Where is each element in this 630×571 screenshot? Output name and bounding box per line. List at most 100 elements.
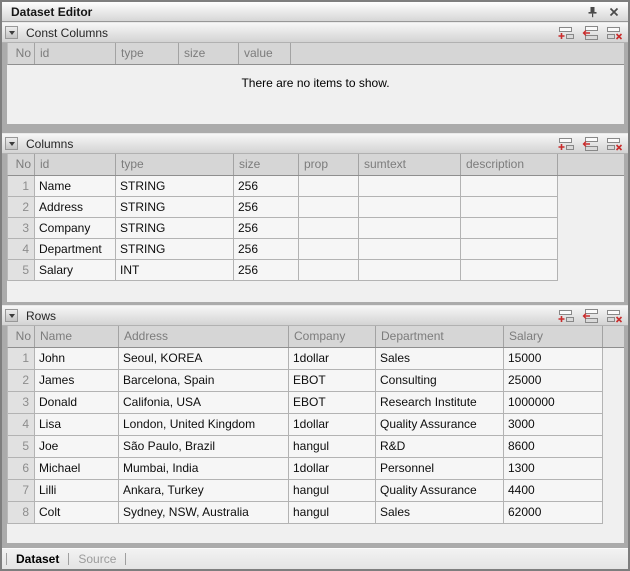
data-cell[interactable]: hangul <box>289 502 376 524</box>
data-cell[interactable]: James <box>35 370 119 392</box>
column-header[interactable]: No <box>8 43 35 64</box>
data-cell[interactable]: Sales <box>376 502 504 524</box>
tab-source[interactable]: Source <box>69 552 125 566</box>
data-cell[interactable] <box>299 218 359 239</box>
delete-row-icon[interactable] <box>605 136 623 151</box>
insert-row-icon[interactable] <box>581 136 599 151</box>
data-cell[interactable] <box>359 176 461 197</box>
data-cell[interactable]: EBOT <box>289 392 376 414</box>
column-header[interactable]: Company <box>289 326 376 347</box>
data-cell[interactable] <box>461 197 558 218</box>
data-cell[interactable]: London, United Kingdom <box>119 414 289 436</box>
data-cell[interactable]: Califonia, USA <box>119 392 289 414</box>
data-cell[interactable] <box>299 176 359 197</box>
data-cell[interactable] <box>359 260 461 281</box>
column-header[interactable]: Department <box>376 326 504 347</box>
data-cell[interactable]: Name <box>35 176 116 197</box>
data-cell[interactable]: 1000000 <box>504 392 603 414</box>
data-cell[interactable] <box>461 260 558 281</box>
data-cell[interactable] <box>359 239 461 260</box>
tab-dataset[interactable]: Dataset <box>7 552 68 566</box>
data-cell[interactable]: Lisa <box>35 414 119 436</box>
data-cell[interactable]: 256 <box>234 218 299 239</box>
column-header[interactable]: Name <box>35 326 119 347</box>
data-cell[interactable]: Quality Assurance <box>376 480 504 502</box>
data-cell[interactable]: Salary <box>35 260 116 281</box>
close-icon[interactable] <box>606 4 622 19</box>
column-header[interactable]: size <box>179 43 239 64</box>
data-cell[interactable] <box>299 197 359 218</box>
collapse-toggle-icon[interactable] <box>5 137 18 150</box>
data-cell[interactable]: 4400 <box>504 480 603 502</box>
data-cell[interactable]: 1300 <box>504 458 603 480</box>
data-cell[interactable]: hangul <box>289 436 376 458</box>
column-header[interactable]: id <box>35 43 116 64</box>
add-row-icon[interactable] <box>557 308 575 323</box>
data-cell[interactable] <box>461 176 558 197</box>
pin-icon[interactable] <box>584 4 600 19</box>
data-cell[interactable]: Seoul, KOREA <box>119 348 289 370</box>
column-header[interactable]: id <box>35 154 116 175</box>
data-cell[interactable]: Sales <box>376 348 504 370</box>
data-cell[interactable]: 25000 <box>504 370 603 392</box>
data-cell[interactable]: Personnel <box>376 458 504 480</box>
data-cell[interactable]: Donald <box>35 392 119 414</box>
data-cell[interactable]: Barcelona, Spain <box>119 370 289 392</box>
data-cell[interactable]: Lilli <box>35 480 119 502</box>
data-cell[interactable]: Ankara, Turkey <box>119 480 289 502</box>
data-cell[interactable]: INT <box>116 260 234 281</box>
insert-row-icon[interactable] <box>581 308 599 323</box>
delete-row-icon[interactable] <box>605 25 623 40</box>
data-cell[interactable]: Department <box>35 239 116 260</box>
data-cell[interactable] <box>299 260 359 281</box>
data-cell[interactable]: STRING <box>116 197 234 218</box>
column-header[interactable]: No <box>8 154 35 175</box>
data-cell[interactable]: 1dollar <box>289 458 376 480</box>
data-cell[interactable]: Mumbai, India <box>119 458 289 480</box>
data-cell[interactable]: 256 <box>234 260 299 281</box>
data-cell[interactable]: 15000 <box>504 348 603 370</box>
delete-row-icon[interactable] <box>605 308 623 323</box>
data-cell[interactable]: São Paulo, Brazil <box>119 436 289 458</box>
column-header[interactable]: value <box>239 43 291 64</box>
data-cell[interactable]: Consulting <box>376 370 504 392</box>
insert-row-icon[interactable] <box>581 25 599 40</box>
data-cell[interactable]: R&D <box>376 436 504 458</box>
data-cell[interactable]: Colt <box>35 502 119 524</box>
data-cell[interactable] <box>461 239 558 260</box>
data-cell[interactable]: Company <box>35 218 116 239</box>
data-cell[interactable] <box>359 197 461 218</box>
column-header[interactable]: description <box>461 154 558 175</box>
data-cell[interactable]: 256 <box>234 239 299 260</box>
data-cell[interactable]: STRING <box>116 239 234 260</box>
column-header[interactable]: type <box>116 154 234 175</box>
data-cell[interactable]: 1dollar <box>289 414 376 436</box>
add-row-icon[interactable] <box>557 25 575 40</box>
data-cell[interactable]: Michael <box>35 458 119 480</box>
column-header[interactable]: sumtext <box>359 154 461 175</box>
data-cell[interactable]: 1dollar <box>289 348 376 370</box>
column-header[interactable]: No <box>8 326 35 347</box>
data-cell[interactable] <box>359 218 461 239</box>
data-cell[interactable]: Quality Assurance <box>376 414 504 436</box>
data-cell[interactable] <box>299 239 359 260</box>
column-header[interactable]: Address <box>119 326 289 347</box>
column-header[interactable]: prop <box>299 154 359 175</box>
data-cell[interactable]: 256 <box>234 176 299 197</box>
data-cell[interactable]: Joe <box>35 436 119 458</box>
data-cell[interactable]: hangul <box>289 480 376 502</box>
data-cell[interactable]: 8600 <box>504 436 603 458</box>
data-cell[interactable]: Address <box>35 197 116 218</box>
data-cell[interactable]: Sydney, NSW, Australia <box>119 502 289 524</box>
data-cell[interactable]: EBOT <box>289 370 376 392</box>
data-cell[interactable]: 256 <box>234 197 299 218</box>
add-row-icon[interactable] <box>557 136 575 151</box>
data-cell[interactable]: 62000 <box>504 502 603 524</box>
column-header[interactable]: size <box>234 154 299 175</box>
collapse-toggle-icon[interactable] <box>5 309 18 322</box>
collapse-toggle-icon[interactable] <box>5 26 18 39</box>
data-cell[interactable] <box>461 218 558 239</box>
data-cell[interactable]: John <box>35 348 119 370</box>
column-header[interactable]: type <box>116 43 179 64</box>
data-cell[interactable]: STRING <box>116 176 234 197</box>
